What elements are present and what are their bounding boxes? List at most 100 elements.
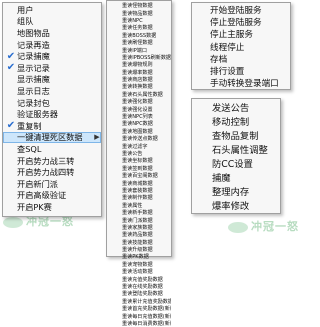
main-menu-item-label: 显示日志 (17, 85, 50, 96)
reload-submenu-item[interactable]: 重读充值奖励数据 (107, 275, 171, 283)
main-menu-item-label: 记录再造 (17, 39, 50, 50)
reload-submenu-item[interactable]: 重读商店数据 (107, 76, 171, 83)
tools-menu-item[interactable]: 查物品复制 (192, 128, 280, 142)
reload-submenu-item-label: 重读累计充值奖励数据(新版) (122, 298, 171, 305)
reload-submenu-item[interactable]: 重读公告 (107, 150, 171, 157)
tools-menu-item[interactable]: 移动控制 (192, 114, 280, 128)
reload-submenu-item-label: 重读活动数据 (122, 269, 153, 276)
reload-submenu-item[interactable]: 重读转换数据 (107, 83, 171, 90)
reload-submenu-item[interactable]: 重读首充奖励数据(新版) (107, 305, 171, 312)
main-menu-item-label: 组队 (17, 16, 34, 27)
reload-submenu-item[interactable]: 重读宠物数据 (107, 261, 171, 268)
tools-menu-item-label: 移动控制 (212, 117, 250, 128)
main-menu-item[interactable]: 显示日志 (3, 85, 101, 97)
main-menu-item[interactable]: ✔ 显示记录 (3, 62, 101, 74)
reload-submenu-item[interactable]: 重读门派数据 (107, 216, 171, 224)
main-menu-item[interactable]: ✔ 记录捕魔 (3, 50, 101, 62)
server-menu-item-label: 手动转换登录端口 (210, 79, 279, 90)
server-menu-item[interactable]: 存档 (192, 53, 290, 65)
reload-submenu-item[interactable]: 重读传送点数据 (107, 135, 171, 142)
main-menu-item[interactable]: 显示捕魔 (3, 74, 101, 86)
reload-submenu-item[interactable]: 重读地图数据 (107, 128, 171, 135)
reload-submenu-item[interactable]: 重读累计充值奖励数据(新版) (107, 298, 171, 305)
tools-menu-item-label: 防CC设置 (212, 159, 253, 170)
reload-submenu-item[interactable]: 重读IPBOSS刷新数据 (107, 54, 171, 61)
tools-menu-item[interactable]: 爆率修改 (192, 198, 280, 212)
reload-submenu-item[interactable]: 重读NPC (107, 17, 171, 24)
reload-submenu-item[interactable]: 重读技能数据 (107, 239, 171, 246)
reload-submenu-item[interactable]: 重读家族数据 (107, 224, 171, 231)
reload-submenu-item[interactable]: 重读制作数据 (107, 194, 171, 201)
reload-submenu-item[interactable]: 重读活动数据 (107, 268, 171, 275)
reload-submenu-item[interactable]: 重读属性 (107, 202, 171, 209)
main-menu-item[interactable]: 开启势力战三转 (3, 155, 101, 167)
reload-submenu-item-label: 重读属性 (122, 202, 143, 209)
tools-menu-item[interactable]: 整理内存 (192, 184, 280, 198)
reload-submenu-item[interactable]: 重读套装数据 (107, 187, 171, 194)
reload-submenu-item[interactable]: 重读每日消费数据(新版) (107, 320, 171, 327)
reload-submenu-item-label: 重读爆物规则 (122, 62, 153, 69)
reload-submenu-item[interactable]: 重读物品数据 (107, 9, 171, 17)
reload-submenu-item[interactable]: 重读每日充值数据(新版) (107, 312, 171, 320)
tools-menu-item[interactable]: 石头属性调整 (192, 142, 280, 156)
main-menu-item[interactable]: 开启新门派 (3, 178, 101, 190)
reload-submenu-item[interactable]: 重读百宝阁数据 (107, 172, 171, 179)
tools-menu-item-label: 整理内存 (212, 187, 250, 198)
reload-submenu-item[interactable]: 重读新手数据 (107, 209, 171, 216)
reload-submenu-item[interactable]: 重读刷怪数据 (107, 39, 171, 46)
server-menu-item[interactable]: 手动转换登录端口 (192, 77, 290, 89)
reload-submenu-item-label: 重读商城数据 (122, 180, 153, 187)
tools-menu: 发送公告移动控制 查物品复制 石头属性调整防CC设置 捕魔整理内存 爆率修改 (191, 98, 281, 214)
reload-submenu-item[interactable]: 重读强化数据 (107, 98, 171, 105)
server-menu-item[interactable]: 停止主服务 (192, 28, 290, 40)
reload-submenu-item[interactable]: 重读签到数据 (107, 165, 171, 172)
main-menu-item-label: 验证服务器 (17, 109, 58, 120)
tools-menu-item[interactable]: 发送公告 (192, 100, 280, 114)
main-menu-item[interactable]: 验证服务器 (3, 108, 101, 120)
reload-submenu-item[interactable]: 重读任务数据 (107, 24, 171, 31)
reload-submenu-item[interactable]: 重读石头属性数据 (107, 91, 171, 98)
reload-submenu-item[interactable]: 重读坐标数据 (107, 157, 171, 164)
reload-submenu-item-label: 重读强化数据 (122, 99, 153, 106)
reload-submenu-item-label: 重读登陆奖励数据 (122, 291, 163, 298)
reload-data-submenu: 重读怪物数据 重读物品数据 重读NPC 重读任务数据 重读BOSS数据 重读刷怪数据 重读I… (106, 0, 172, 327)
main-menu-item-label: 开启高级验证 (17, 190, 67, 201)
main-menu-item[interactable]: 用户 (3, 4, 101, 16)
reload-submenu-item[interactable]: 重读升级数据 (107, 246, 171, 253)
reload-submenu-item-label: 重读在线奖励数据 (122, 284, 163, 291)
reload-submenu-item-label: 重读门派数据 (122, 217, 153, 224)
server-menu-item[interactable]: 开始登陆服务 (192, 4, 290, 16)
reload-submenu-item-label: 重读NPC (122, 17, 143, 24)
reload-submenu-item[interactable]: 重读BOSS数据 (107, 32, 171, 39)
main-menu-item[interactable]: 开启势力战四转 (3, 166, 101, 178)
main-menu-item[interactable]: 开启高级验证 (3, 190, 101, 202)
server-menu-item[interactable]: 排行设置 (192, 65, 290, 77)
reload-submenu-item[interactable]: 重读在线奖励数据 (107, 283, 171, 290)
main-menu-item[interactable]: 查SQL (3, 143, 101, 155)
server-menu-item[interactable]: 线程停止 (192, 41, 290, 53)
main-menu-item[interactable]: 组队 (3, 16, 101, 28)
reload-submenu-item[interactable]: 重读强化设置 (107, 105, 171, 113)
tools-menu-item[interactable]: 捕魔 (192, 170, 280, 184)
main-menu-item[interactable]: 记录封包 (3, 97, 101, 109)
main-menu-item[interactable]: 一键清理死区数据 ▶ (3, 131, 101, 144)
main-menu-item-label: 开启势力战三转 (17, 155, 75, 166)
reload-submenu-item[interactable]: 重读IP端口 (107, 46, 171, 54)
reload-submenu-item[interactable]: 重读NPC数据 (107, 120, 171, 127)
tools-menu-item[interactable]: 防CC设置 (192, 156, 280, 170)
reload-submenu-item[interactable]: 重读登陆奖励数据 (107, 290, 171, 297)
reload-submenu-item[interactable]: 重读药品数据 (107, 231, 171, 238)
main-menu-item[interactable]: 开启PK赛 (3, 201, 101, 213)
reload-submenu-item-label: 重读技能数据 (122, 239, 153, 246)
reload-submenu-item[interactable]: 重读NPC列表 (107, 113, 171, 120)
server-menu-item-label: 停止主服务 (210, 30, 253, 41)
reload-submenu-item[interactable]: 重读爆物规则 (107, 61, 171, 68)
main-menu-item[interactable]: 记录再造 (3, 39, 101, 51)
reload-submenu-item[interactable]: 重读过滤字 (107, 142, 171, 150)
reload-submenu-item[interactable]: 重读商城数据 (107, 179, 171, 187)
reload-submenu-item[interactable]: 重读爆率数据 (107, 69, 171, 76)
server-menu-item[interactable]: 停止登陆服务 (192, 16, 290, 28)
reload-submenu-item[interactable]: 重读怪物数据 (107, 2, 171, 9)
main-menu-item[interactable]: ✔ 重复制 (3, 120, 101, 132)
main-menu-item[interactable]: 地图物品 (3, 27, 101, 39)
